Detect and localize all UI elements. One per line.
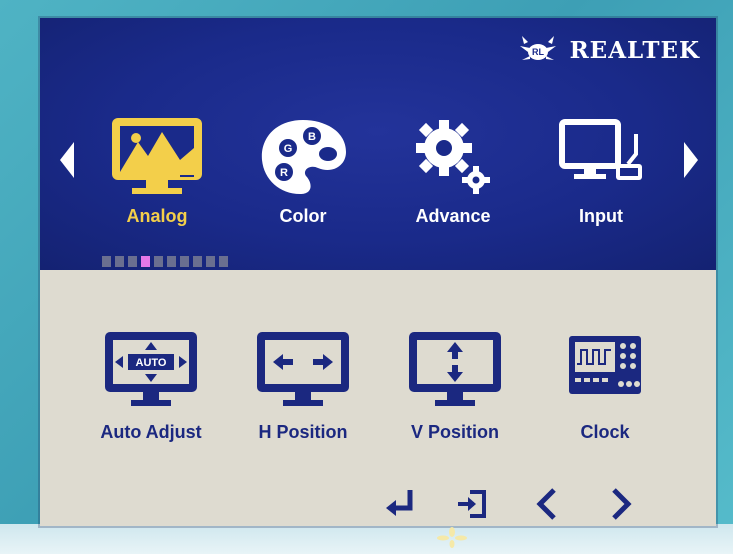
- svg-text:R: R: [280, 167, 288, 179]
- tab-label: Input: [579, 206, 623, 226]
- tab-input[interactable]: Input: [526, 114, 676, 227]
- svg-text:G: G: [284, 143, 293, 155]
- page-indicator-dot: [154, 256, 163, 267]
- item-label: Clock: [580, 422, 630, 442]
- page-indicator-dot: [206, 256, 215, 267]
- tab-label: Analog: [126, 206, 188, 226]
- osd-menu: RL REALTEK Analog G B R Color Advance In…: [40, 18, 716, 526]
- auto-text: AUTO: [136, 357, 167, 369]
- color-palette-icon: G B R: [261, 120, 346, 194]
- brand-name: REALTEK: [569, 36, 700, 64]
- item-v-position[interactable]: V Position: [380, 328, 530, 443]
- tab-analog[interactable]: Analog: [82, 114, 232, 227]
- item-label: V Position: [410, 422, 499, 442]
- page-indicator-dot: [102, 256, 111, 267]
- page-indicator-dot: [128, 256, 137, 267]
- enter-icon[interactable]: [380, 484, 420, 524]
- page-indicator-dot: [219, 256, 228, 267]
- h-position-icon: [257, 332, 349, 406]
- page-indicator-dot: [167, 256, 176, 267]
- exit-icon[interactable]: [452, 484, 492, 524]
- gear-icon: [416, 120, 490, 194]
- item-auto-adjust[interactable]: AUTO Auto Adjust: [76, 328, 226, 443]
- power-led-icon: [437, 527, 467, 548]
- svg-text:B: B: [308, 131, 316, 143]
- v-position-icon: [409, 332, 501, 406]
- left-icon[interactable]: [528, 484, 568, 524]
- realtek-crab-logo-icon: RL: [519, 36, 556, 60]
- clock-oscilloscope-icon: [569, 336, 641, 394]
- item-clock[interactable]: Clock: [530, 328, 680, 443]
- page-indicator-dot: [141, 256, 150, 267]
- page-indicator-dot: [180, 256, 189, 267]
- page-indicator-dot: [115, 256, 124, 267]
- item-label: H Position: [258, 422, 348, 442]
- svg-text:RL: RL: [532, 47, 544, 57]
- tab-next-arrow-icon[interactable]: [684, 142, 698, 178]
- analog-picture-icon: [112, 118, 202, 194]
- page-indicator: [102, 256, 228, 267]
- auto-adjust-icon: AUTO: [105, 332, 197, 406]
- tab-color[interactable]: G B R Color: [228, 114, 378, 227]
- tab-advance[interactable]: Advance: [378, 114, 528, 227]
- tab-label: Color: [279, 206, 327, 226]
- brand: RL REALTEK: [516, 32, 700, 68]
- input-monitor-icon: [559, 119, 642, 180]
- item-h-position[interactable]: H Position: [228, 328, 378, 443]
- right-icon[interactable]: [600, 484, 640, 524]
- tab-label: Advance: [415, 206, 491, 226]
- monitor-bezel: [0, 524, 733, 554]
- page-indicator-dot: [193, 256, 202, 267]
- item-label: Auto Adjust: [100, 422, 202, 442]
- osd-header: RL REALTEK Analog G B R Color Advance In…: [40, 18, 716, 270]
- tab-prev-arrow-icon[interactable]: [60, 142, 74, 178]
